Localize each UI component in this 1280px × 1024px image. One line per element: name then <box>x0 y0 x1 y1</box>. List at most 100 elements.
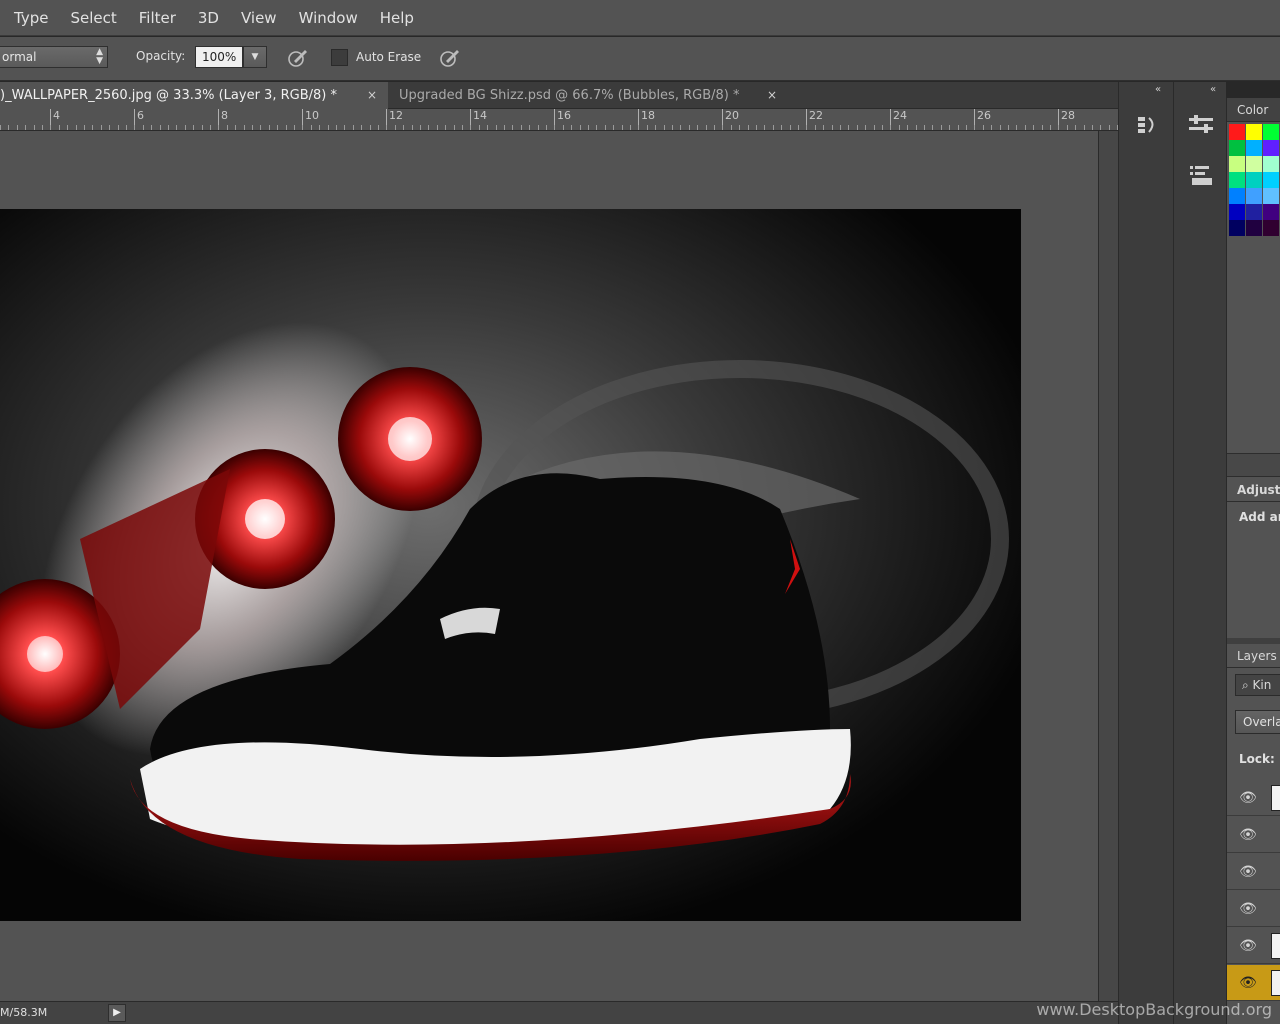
tab-wallpaper-close-icon[interactable]: × <box>367 82 377 109</box>
tool-options-bar: ormal ▲ ▼ Opacity: 100% ▼ Auto Erase <box>0 37 1280 81</box>
color-swatch[interactable] <box>1246 124 1262 140</box>
color-swatch[interactable] <box>1229 204 1245 220</box>
color-swatch[interactable] <box>1246 188 1262 204</box>
visibility-eye-icon[interactable]: 👁 <box>1239 974 1257 992</box>
layer-row[interactable]: 👁 <box>1227 891 1280 927</box>
menu-help[interactable]: Help <box>369 0 425 36</box>
color-swatch[interactable] <box>1246 172 1262 188</box>
layer-row[interactable]: 👁 <box>1227 928 1280 964</box>
ruler-minor-tick <box>907 125 908 130</box>
ruler-label: 4 <box>53 109 60 122</box>
color-swatch[interactable] <box>1263 188 1279 204</box>
color-swatch[interactable] <box>1263 140 1279 156</box>
layer-blend-mode-select[interactable]: Overla <box>1235 710 1280 734</box>
color-swatch[interactable] <box>1246 220 1262 236</box>
history-icon[interactable] <box>1126 110 1168 150</box>
document-artwork[interactable] <box>0 209 1021 921</box>
ruler-minor-tick <box>168 125 169 130</box>
blend-mode-select[interactable]: ormal ▲ ▼ <box>0 46 108 68</box>
color-swatch[interactable] <box>1246 140 1262 156</box>
ruler-minor-tick <box>8 125 9 130</box>
ruler-minor-tick <box>344 125 345 130</box>
color-swatch[interactable] <box>1229 140 1245 156</box>
adjustments-subtitle: Add ar <box>1239 510 1280 524</box>
ruler-label: 24 <box>893 109 907 122</box>
ruler-minor-tick <box>252 125 253 130</box>
color-swatch[interactable] <box>1229 220 1245 236</box>
menu-window[interactable]: Window <box>288 0 369 36</box>
layer-row[interactable]: 👁 <box>1227 817 1280 853</box>
layer-row[interactable]: 👁 <box>1227 780 1280 816</box>
color-swatch[interactable] <box>1263 172 1279 188</box>
menu-view[interactable]: View <box>230 0 288 36</box>
collapse-dock-2-icon[interactable]: « <box>1210 84 1216 95</box>
ruler-minor-tick <box>109 125 110 130</box>
ruler-minor-tick <box>546 125 547 130</box>
adjustments-panel-tab[interactable]: Adjustm <box>1227 478 1280 502</box>
properties-icon[interactable] <box>1180 110 1222 150</box>
color-swatch[interactable] <box>1229 156 1245 172</box>
ruler-minor-tick <box>521 125 522 130</box>
layer-row-selected[interactable]: 👁 <box>1227 965 1280 1001</box>
ruler-minor-tick <box>67 125 68 130</box>
ruler-minor-tick <box>672 125 673 130</box>
color-swatch[interactable] <box>1229 188 1245 204</box>
menu-select[interactable]: Select <box>59 0 127 36</box>
ruler-minor-tick <box>773 125 774 130</box>
ruler-minor-tick <box>210 125 211 130</box>
ruler-minor-tick <box>277 125 278 130</box>
color-panel-tab[interactable]: Color <box>1227 98 1280 122</box>
panel-separator <box>1227 453 1280 477</box>
auto-erase-checkbox[interactable] <box>331 49 348 66</box>
pressure-opacity-icon[interactable] <box>285 45 311 71</box>
menu-3d[interactable]: 3D <box>187 0 230 36</box>
pressure-size-icon[interactable] <box>437 45 463 71</box>
tab-upgraded-bg-close-icon[interactable]: × <box>767 82 777 109</box>
ruler-minor-tick <box>588 125 589 130</box>
paragraph-styles-icon[interactable] <box>1180 162 1222 202</box>
layer-thumbnail <box>1271 970 1280 996</box>
ruler-minor-tick <box>890 125 891 130</box>
collapse-dock-1-icon[interactable]: « <box>1155 84 1161 95</box>
opacity-input[interactable]: 100% <box>195 46 243 68</box>
ruler-minor-tick <box>613 125 614 130</box>
menu-type[interactable]: Type <box>0 0 59 36</box>
color-swatch[interactable] <box>1263 156 1279 172</box>
visibility-eye-icon[interactable]: 👁 <box>1239 826 1257 844</box>
search-icon: ⌕ <box>1242 678 1253 692</box>
opacity-dropdown-button[interactable]: ▼ <box>243 46 267 68</box>
visibility-eye-icon[interactable]: 👁 <box>1239 863 1257 881</box>
ruler-minor-tick <box>462 125 463 130</box>
ruler-minor-tick <box>664 125 665 130</box>
ruler-minor-tick <box>655 125 656 130</box>
ruler-label: 20 <box>725 109 739 122</box>
ruler-minor-tick <box>966 125 967 130</box>
status-menu-arrow-icon[interactable]: ▶ <box>108 1004 126 1022</box>
layers-filter-search[interactable]: ⌕ Kin <box>1235 674 1280 696</box>
color-swatch[interactable] <box>1229 124 1245 140</box>
tab-upgraded-bg[interactable]: Upgraded BG Shizz.psd @ 66.7% (Bubbles, … <box>390 82 790 109</box>
layers-panel-tab[interactable]: Layers <box>1227 644 1280 668</box>
ruler-minor-tick <box>218 125 219 130</box>
visibility-eye-icon[interactable]: 👁 <box>1239 789 1257 807</box>
color-swatch[interactable] <box>1246 204 1262 220</box>
ruler-label: 28 <box>1061 109 1075 122</box>
visibility-eye-icon[interactable]: 👁 <box>1239 900 1257 918</box>
color-swatch[interactable] <box>1229 172 1245 188</box>
vertical-scrollbar[interactable] <box>1098 131 1118 1001</box>
color-swatch[interactable] <box>1263 204 1279 220</box>
ruler-minor-tick <box>193 125 194 130</box>
blend-mode-value: ormal <box>2 50 37 64</box>
color-swatch[interactable] <box>1263 220 1279 236</box>
layer-row[interactable]: 👁 <box>1227 854 1280 890</box>
ruler-minor-tick <box>596 125 597 130</box>
tab-wallpaper[interactable]: )_WALLPAPER_2560.jpg @ 33.3% (Layer 3, R… <box>0 82 388 109</box>
visibility-eye-icon[interactable]: 👁 <box>1239 937 1257 955</box>
tab-upgraded-bg-label: Upgraded BG Shizz.psd @ 66.7% (Bubbles, … <box>399 88 740 103</box>
color-swatch[interactable] <box>1263 124 1279 140</box>
color-swatch[interactable] <box>1246 156 1262 172</box>
ruler-minor-tick <box>983 125 984 130</box>
menu-filter[interactable]: Filter <box>128 0 187 36</box>
ruler-minor-tick <box>554 125 555 130</box>
ruler-minor-tick <box>302 125 303 130</box>
